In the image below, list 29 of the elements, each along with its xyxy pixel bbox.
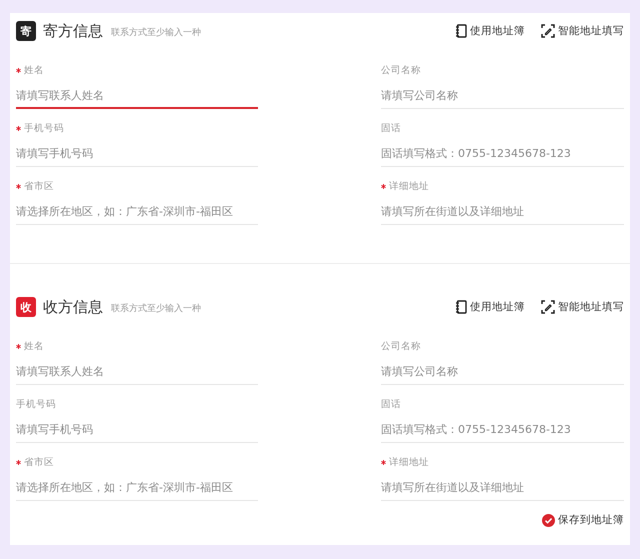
notebook-icon [455,300,467,314]
field-label: 省市区 [16,456,54,468]
scan-pen-icon [541,24,555,38]
field-label: 公司名称 [381,64,421,76]
field-label: 姓名 [16,340,44,352]
address-book-button[interactable]: 使用地址簿 [455,24,525,38]
notebook-icon [455,24,467,38]
field-label: 详细地址 [381,456,429,468]
field-label: 省市区 [16,180,54,192]
save-to-address-book-label[interactable]: 保存到地址簿 [558,513,624,527]
field-label: 固话 [381,122,401,134]
section-title: 收方信息 [43,298,103,316]
field-label: 详细地址 [381,180,429,192]
section-hint: 联系方式至少输入一种 [111,26,201,39]
field-label: 手机号码 [16,122,64,134]
section-hint: 联系方式至少输入一种 [111,302,201,315]
section-badge: 寄 [16,21,36,41]
field-label: 固话 [381,398,401,410]
section-badge: 收 [16,297,36,317]
field-label: 公司名称 [381,340,421,352]
smart-fill-button[interactable]: 智能地址填写 [541,24,624,38]
input-field[interactable]: 请填写联系人姓名 [16,83,258,109]
smart-fill-button[interactable]: 智能地址填写 [541,300,624,314]
checked-icon[interactable] [542,514,555,526]
scan-pen-icon [541,300,555,314]
field-label: 姓名 [16,64,44,76]
section-title: 寄方信息 [43,22,103,40]
field-label: 手机号码 [16,398,56,410]
address-book-button[interactable]: 使用地址簿 [455,300,525,314]
